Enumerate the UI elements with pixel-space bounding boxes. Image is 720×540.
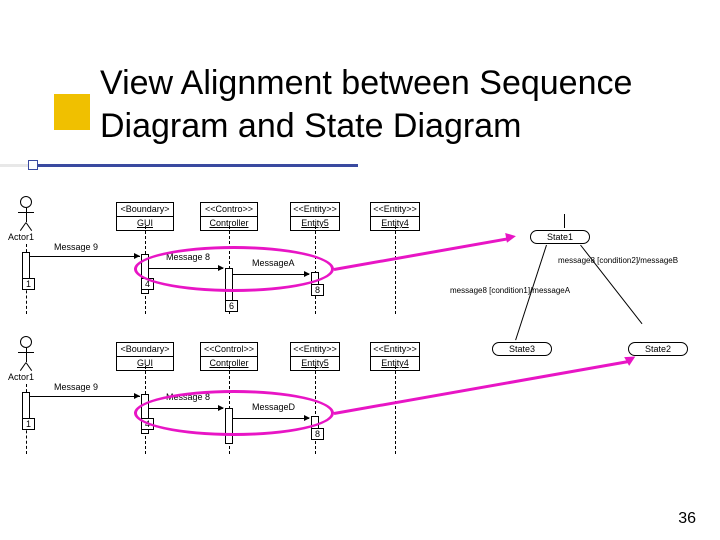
seq-number: 1 xyxy=(22,418,35,430)
lifeline xyxy=(395,366,396,454)
seq-number: 6 xyxy=(225,300,238,312)
message-arrow xyxy=(30,256,140,257)
message-arrow xyxy=(30,396,140,397)
arrow-head-icon xyxy=(134,393,140,399)
stereotype: <<Control>> xyxy=(201,343,257,357)
alignment-diagram: Actor1 <Boundary> GUI <<Contro>> Control… xyxy=(0,190,720,510)
actor-label: Actor1 xyxy=(8,372,34,382)
highlight-ellipse xyxy=(134,390,334,436)
actor-leg xyxy=(26,362,33,371)
stereotype: <Boundary> xyxy=(117,203,173,217)
highlight-ellipse xyxy=(134,246,334,292)
state-node: State2 xyxy=(628,342,688,356)
state-node: State1 xyxy=(530,230,590,244)
actor-leg xyxy=(20,362,27,371)
actor-leg xyxy=(20,222,27,231)
arrow-head-icon xyxy=(134,253,140,259)
slide-number: 36 xyxy=(678,510,696,528)
stereotype: <<Entity>> xyxy=(291,343,339,357)
state-incoming xyxy=(564,214,565,228)
actor-head-icon xyxy=(20,196,32,208)
seq-number: 8 xyxy=(311,428,324,440)
stereotype: <<Entity>> xyxy=(371,203,419,217)
actor-arms xyxy=(18,352,34,353)
stereotype: <<Entity>> xyxy=(291,203,339,217)
actor-body xyxy=(26,348,27,362)
decorative-square xyxy=(54,94,90,130)
state-node: State3 xyxy=(492,342,552,356)
message-label: Message 9 xyxy=(54,242,98,252)
transition-label: message8 [condition1]/messageA xyxy=(450,286,570,295)
message-label: Message 9 xyxy=(54,382,98,392)
stereotype: <<Entity>> xyxy=(371,343,419,357)
actor-arms xyxy=(18,212,34,213)
actor-leg xyxy=(26,222,33,231)
actor-body xyxy=(26,208,27,222)
stereotype: <<Contro>> xyxy=(201,203,257,217)
lifeline xyxy=(395,226,396,314)
decorative-marker xyxy=(28,160,38,170)
actor-head-icon xyxy=(20,336,32,348)
actor-label: Actor1 xyxy=(8,232,34,242)
stereotype: <Boundary> xyxy=(117,343,173,357)
decorative-bar xyxy=(38,164,358,167)
seq-number: 8 xyxy=(311,284,324,296)
slide-title: View Alignment between Sequence Diagram … xyxy=(100,62,700,147)
transition-label: message8 [condition2]/messageB xyxy=(558,256,678,265)
seq-number: 1 xyxy=(22,278,35,290)
highlight-arrow-head-icon xyxy=(505,231,517,243)
highlight-arrow xyxy=(334,237,510,271)
